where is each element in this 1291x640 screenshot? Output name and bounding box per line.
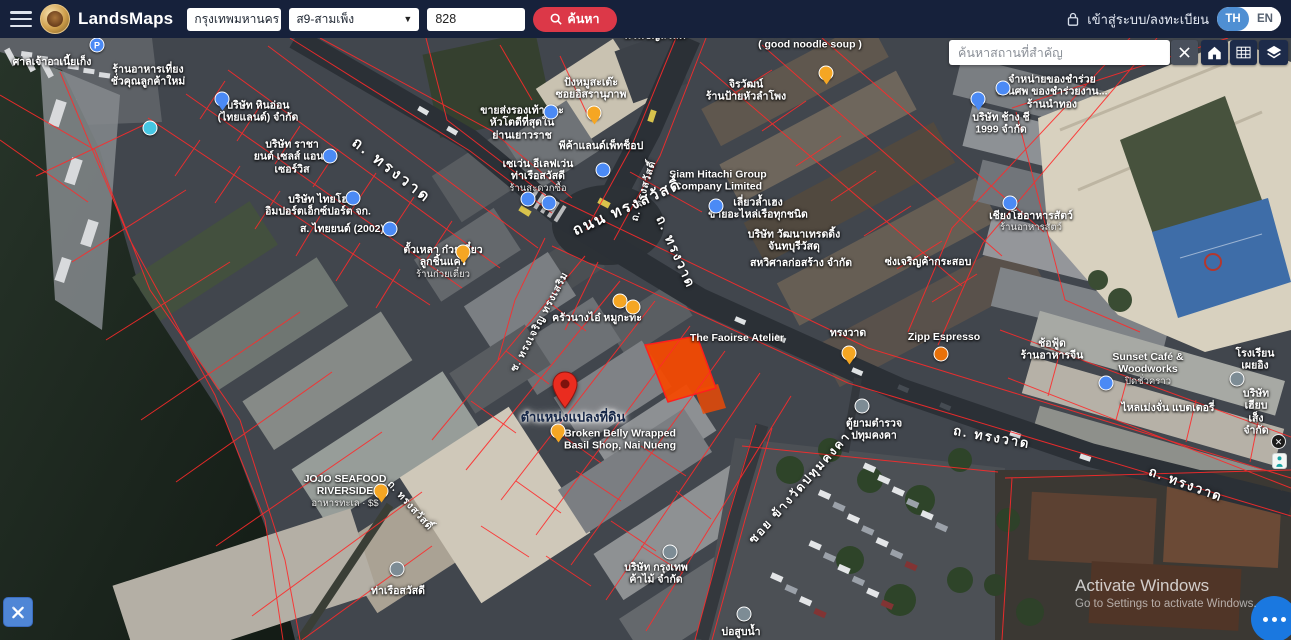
department-of-lands-logo [40, 4, 70, 34]
parcel-location-label: ตำแหน่งแปลงที่ดิน [521, 407, 626, 428]
top-navbar: LandsMaps กรุงเทพมหานคร ▼ ส9-สามเพ็ง ▼ ค… [0, 0, 1291, 38]
satellite-basemap [0, 0, 1291, 640]
grid-button[interactable] [1230, 40, 1257, 65]
search-button[interactable]: ค้นหา [533, 7, 616, 32]
parcel-number-input[interactable] [427, 8, 525, 31]
map-sheet-select[interactable]: ส9-สามเพ็ง ▼ [289, 8, 419, 31]
search-icon [550, 13, 562, 25]
province-select[interactable]: กรุงเทพมหานคร ▼ [187, 8, 281, 31]
language-toggle: TH EN [1217, 7, 1281, 31]
province-select-value: กรุงเทพมหานคร [194, 10, 279, 29]
home-button[interactable] [1201, 40, 1228, 65]
mini-close-button[interactable]: ✕ [1271, 434, 1286, 449]
landsmaps-app: ศาลเจ้าอาเนี้ยเก็งร้านอาหารเที่ยง ชั่วคุ… [0, 0, 1291, 640]
map-sheet-select-value: ส9-สามเพ็ง [296, 10, 354, 29]
poi-search-bar [949, 40, 1170, 65]
ellipsis-icon [1263, 617, 1268, 622]
login-register-link[interactable]: เข้าสู่ระบบ/ลงทะเบียน [1087, 9, 1209, 30]
menu-icon[interactable] [10, 11, 32, 27]
clear-search-button[interactable] [1171, 40, 1198, 65]
grid-icon [1236, 46, 1251, 59]
close-icon [1179, 47, 1190, 58]
chevron-down-icon: ▼ [393, 14, 412, 24]
lang-en-button[interactable]: EN [1249, 7, 1281, 31]
pegman-icon [1275, 456, 1284, 467]
lock-icon [1067, 12, 1079, 26]
measure-tools-icon [10, 603, 26, 622]
measure-tool-button[interactable] [3, 597, 33, 627]
parcel-marker-pin [552, 371, 578, 409]
streetview-pegman-button[interactable] [1272, 453, 1287, 469]
home-icon [1207, 46, 1222, 60]
layers-button[interactable] [1259, 40, 1288, 65]
more-options-button[interactable] [1251, 596, 1291, 640]
poi-search-input[interactable] [949, 40, 1170, 65]
search-button-label: ค้นหา [567, 9, 599, 29]
layers-icon [1266, 45, 1282, 60]
brand-title: LandsMaps [78, 9, 173, 29]
map-canvas[interactable]: ศาลเจ้าอาเนี้ยเก็งร้านอาหารเที่ยง ชั่วคุ… [0, 0, 1291, 640]
lang-th-button[interactable]: TH [1217, 7, 1249, 31]
